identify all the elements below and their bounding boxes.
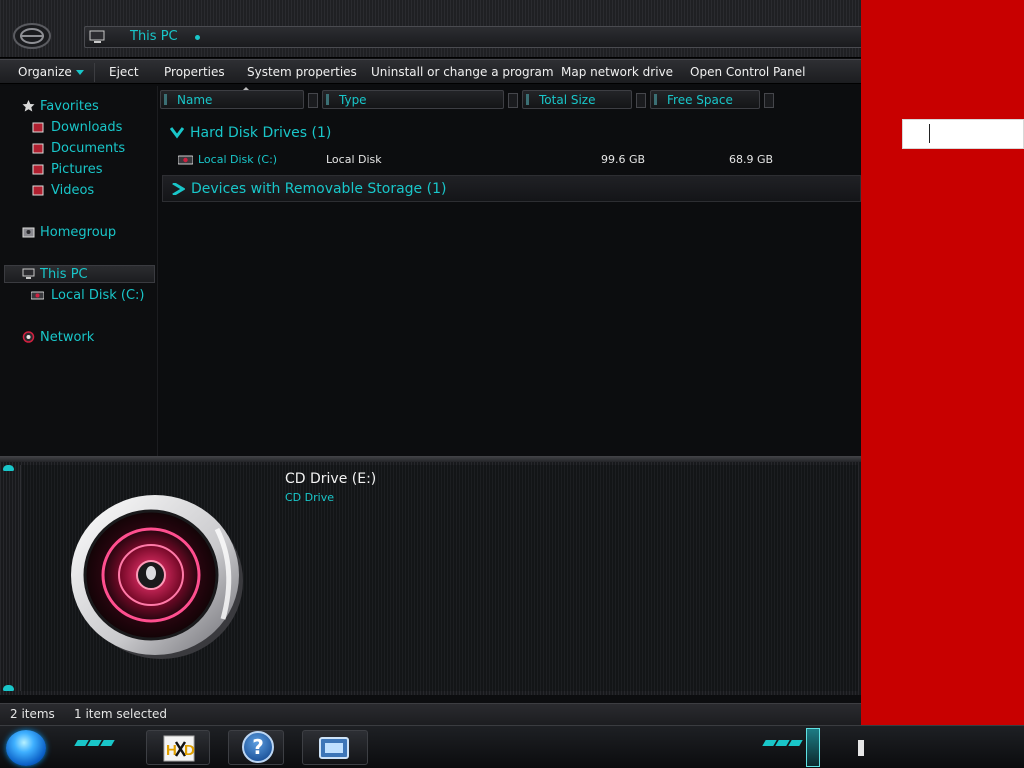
taskbar-accent <box>788 740 803 746</box>
item-count: 2 items <box>10 707 55 721</box>
column-header-type[interactable]: Type <box>322 90 504 109</box>
chevron-down-icon <box>170 127 184 139</box>
address-text[interactable]: This PC <box>130 29 178 44</box>
column-header-free-space-label: Free Space <box>667 93 733 107</box>
organize-label: Organize <box>18 65 72 79</box>
text-caret <box>929 124 930 143</box>
show-desktop-button[interactable] <box>858 740 864 756</box>
organize-button[interactable]: Organize <box>18 60 84 85</box>
drive-type-cell: Local Disk <box>326 153 382 166</box>
homegroup-icon <box>22 227 35 238</box>
nav-orb-icon[interactable] <box>12 22 52 50</box>
title-bar: This PC <box>0 0 861 58</box>
column-header-name[interactable]: Name <box>160 87 304 109</box>
svg-text:D: D <box>184 742 195 759</box>
folder-icon <box>32 122 44 133</box>
start-orb-icon[interactable] <box>6 730 46 766</box>
taskbar-app-hd[interactable]: H D <box>146 730 210 765</box>
hd-app-icon: H D <box>163 735 195 762</box>
desktop-background <box>861 0 1024 725</box>
taskbar: H D <box>0 725 1024 768</box>
column-resize-handle[interactable] <box>764 93 774 108</box>
help-glyph: ? <box>252 735 264 759</box>
open-control-panel-button[interactable]: Open Control Panel <box>690 60 805 85</box>
group-removable-label: Devices with Removable Storage (1) <box>191 181 447 197</box>
drive-name-cell: Local Disk (C:) <box>198 153 278 166</box>
nav-homegroup[interactable]: Homegroup <box>40 224 116 242</box>
help-icon: ? <box>242 731 274 763</box>
chevron-down-icon <box>75 70 84 75</box>
splitter-grip[interactable] <box>3 465 14 471</box>
column-resize-handle[interactable] <box>636 93 646 108</box>
sort-caret-icon <box>243 87 249 90</box>
map-network-drive-button[interactable]: Map network drive <box>561 60 673 85</box>
svg-text:H: H <box>166 742 177 759</box>
group-removable-header: Devices with Removable Storage (1) <box>165 177 446 201</box>
table-row[interactable]: Local Disk (C:) Local Disk 99.6 GB 68.9 … <box>160 151 861 169</box>
nav-network[interactable]: Network <box>40 329 94 347</box>
nav-favorites[interactable]: Favorites <box>40 98 99 116</box>
navigation-pane: Favorites Downloads Documents Pictures V… <box>0 86 158 456</box>
system-tray-meter[interactable] <box>806 728 820 767</box>
computer-icon <box>22 268 35 279</box>
rename-input[interactable] <box>902 119 1024 149</box>
splitter-grip[interactable] <box>3 685 14 691</box>
folder-icon <box>32 164 44 175</box>
column-header-type-label: Type <box>339 93 367 107</box>
drive-free-cell: 68.9 GB <box>729 153 774 166</box>
drive-total-cell: 99.6 GB <box>601 153 646 166</box>
command-bar: Organize Eject Properties System propert… <box>0 59 861 84</box>
selection-count: 1 item selected <box>74 707 168 721</box>
uninstall-program-button[interactable]: Uninstall or change a program <box>371 60 554 85</box>
nav-this-pc[interactable]: This PC <box>40 266 88 284</box>
taskbar-accent <box>100 740 115 746</box>
nav-documents[interactable]: Documents <box>51 140 125 158</box>
column-header-free-space[interactable]: Free Space <box>650 90 760 109</box>
folder-icon <box>32 143 44 154</box>
group-hard-disk-drives[interactable]: Hard Disk Drives (1) <box>164 121 331 145</box>
explorer-window: This PC Organize Eject Properties System… <box>0 0 861 725</box>
address-bar[interactable]: This PC <box>84 26 861 48</box>
group-removable-storage[interactable]: Devices with Removable Storage (1) <box>162 175 861 202</box>
nav-videos[interactable]: Videos <box>51 182 94 200</box>
explorer-icon <box>319 737 349 759</box>
nav-downloads[interactable]: Downloads <box>51 119 122 137</box>
column-resize-handle[interactable] <box>308 93 318 108</box>
status-bar: 2 items 1 item selected <box>0 703 861 725</box>
chevron-right-icon <box>172 183 185 195</box>
column-header-total-size[interactable]: Total Size <box>522 90 632 109</box>
network-icon <box>22 331 35 343</box>
cd-drive-icon <box>71 495 243 659</box>
column-resize-handle[interactable] <box>508 93 518 108</box>
eject-button[interactable]: Eject <box>109 60 139 85</box>
drive-icon <box>178 155 193 165</box>
computer-icon <box>89 30 105 43</box>
command-separator <box>94 63 95 82</box>
folder-icon <box>32 185 44 196</box>
system-properties-button[interactable]: System properties <box>247 60 357 85</box>
star-icon <box>22 100 35 112</box>
details-title: CD Drive (E:) <box>285 471 377 487</box>
nav-pictures[interactable]: Pictures <box>51 161 102 179</box>
pane-splitter[interactable] <box>0 456 861 462</box>
column-header-name-label: Name <box>177 93 213 107</box>
details-content: CD Drive (E:) CD Drive <box>20 465 858 691</box>
file-list: Name Type Total Size Free Space Hard Dis… <box>160 86 861 456</box>
properties-button[interactable]: Properties <box>164 60 225 85</box>
details-subtitle: CD Drive <box>285 491 334 504</box>
details-pane: CD Drive (E:) CD Drive <box>0 456 861 695</box>
drive-icon <box>31 291 44 300</box>
column-header-total-size-label: Total Size <box>539 93 596 107</box>
address-separator-dot <box>195 35 200 40</box>
group-hard-disk-label: Hard Disk Drives (1) <box>190 125 332 141</box>
column-headers: Name Type Total Size Free Space <box>160 87 861 109</box>
taskbar-app-explorer[interactable] <box>302 730 368 765</box>
nav-local-disk[interactable]: Local Disk (C:) <box>51 287 144 305</box>
